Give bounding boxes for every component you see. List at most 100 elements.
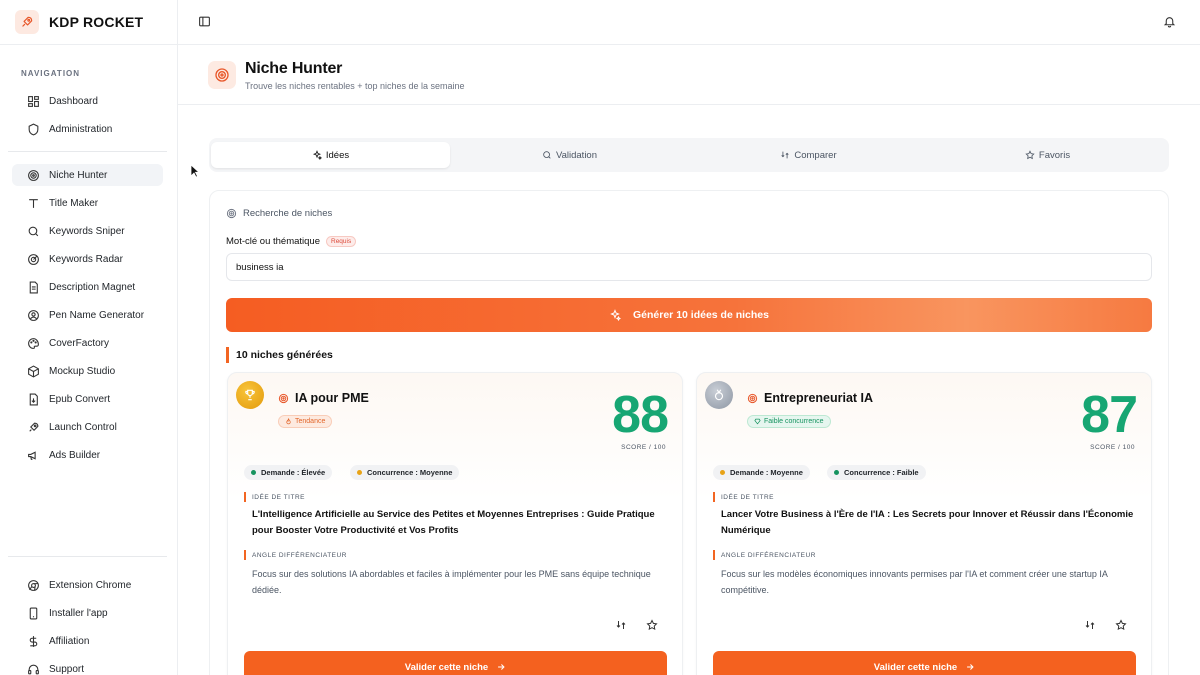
- low-competition-badge: Faible concurrence: [747, 415, 831, 428]
- demand-chip-text: Demande : Moyenne: [730, 468, 803, 477]
- sidebar-item-label: Description Magnet: [49, 281, 136, 293]
- competition-chip-text: Concurrence : Faible: [844, 468, 919, 477]
- sidebar-item-pen-name-generator[interactable]: Pen Name Generator: [12, 304, 163, 326]
- rocket-icon: [26, 420, 40, 434]
- sidebar-item-coverfactory[interactable]: CoverFactory: [12, 332, 163, 354]
- sidebar-item-label: Installer l'app: [49, 607, 108, 619]
- rocket-icon: [15, 10, 39, 34]
- sidebar-item-label: CoverFactory: [49, 337, 110, 349]
- status-dot: [251, 470, 256, 475]
- sidebar-item-support[interactable]: Support: [12, 658, 163, 675]
- tab-idees[interactable]: Idées: [211, 142, 450, 168]
- angle-label: ANGLE DIFFÉRENCIATEUR: [244, 550, 347, 560]
- sidebar-item-installer-app[interactable]: Installer l'app: [12, 602, 163, 624]
- tab-comparer[interactable]: Comparer: [689, 142, 928, 168]
- star-icon[interactable]: [1114, 618, 1128, 632]
- sidebar-toggle-icon[interactable]: [198, 15, 211, 33]
- sidebar-item-epub-convert[interactable]: Epub Convert: [12, 388, 163, 410]
- file-convert-icon: [26, 392, 40, 406]
- sidebar-item-label: Extension Chrome: [49, 579, 132, 591]
- mouse-cursor-icon: [190, 164, 201, 183]
- text-icon: [26, 196, 40, 210]
- niche-title: Entrepreneuriat IA: [747, 391, 873, 405]
- nav-divider: [8, 151, 167, 152]
- compare-icon[interactable]: [614, 618, 628, 632]
- chrome-icon: [26, 578, 40, 592]
- generate-button-label: Générer 10 idées de niches: [633, 309, 769, 321]
- demand-chip: Demande : Élevée: [244, 465, 333, 480]
- phone-icon: [26, 606, 40, 620]
- star-icon[interactable]: [645, 618, 659, 632]
- page-header: Niche Hunter Trouve les niches rentables…: [178, 45, 1200, 105]
- niche-title-text: IA pour PME: [295, 391, 369, 405]
- star-icon: [1025, 150, 1035, 160]
- sidebar-item-administration[interactable]: Administration: [12, 118, 163, 140]
- search-icon: [26, 224, 40, 238]
- top-bar: [178, 0, 1200, 45]
- palette-icon: [26, 336, 40, 350]
- trophy-icon: [236, 381, 264, 409]
- title-idea-text: Lancer Votre Business à l'Ère de l'IA : …: [721, 509, 1134, 536]
- sidebar: KDP ROCKET NAVIGATION Dashboard Administ…: [0, 0, 178, 675]
- sidebar-item-keywords-radar[interactable]: Keywords Radar: [12, 248, 163, 270]
- sidebar-item-launch-control[interactable]: Launch Control: [12, 416, 163, 438]
- sidebar-item-mockup-studio[interactable]: Mockup Studio: [12, 360, 163, 382]
- page-title: Niche Hunter: [245, 60, 343, 77]
- sidebar-item-affiliation[interactable]: Affiliation: [12, 630, 163, 652]
- radar-icon: [26, 252, 40, 266]
- tab-favoris[interactable]: Favoris: [928, 142, 1167, 168]
- arrow-right-icon: [965, 662, 975, 672]
- sidebar-item-ads-builder[interactable]: Ads Builder: [12, 444, 163, 466]
- low-competition-badge-text: Faible concurrence: [764, 418, 824, 425]
- score-value: 87: [1081, 386, 1138, 444]
- dashboard-icon: [26, 94, 40, 108]
- compare-icon[interactable]: [1083, 618, 1097, 632]
- compare-icon: [780, 150, 790, 160]
- user-circle-icon: [26, 308, 40, 322]
- keyword-field-label: Mot-clé ou thématique Requis: [226, 236, 357, 247]
- score-label: SCORE / 100: [621, 444, 666, 451]
- sidebar-item-label: Dashboard: [49, 95, 98, 107]
- sidebar-item-keywords-sniper[interactable]: Keywords Sniper: [12, 220, 163, 242]
- sidebar-item-label: Mockup Studio: [49, 365, 116, 377]
- sidebar-item-label: Support: [49, 663, 85, 675]
- validate-niche-button[interactable]: Valider cette niche: [713, 651, 1136, 675]
- sidebar-item-niche-hunter[interactable]: Niche Hunter: [12, 164, 163, 186]
- shield-icon: [26, 122, 40, 136]
- brand[interactable]: KDP ROCKET: [0, 0, 177, 45]
- sidebar-item-title-maker[interactable]: Title Maker: [12, 192, 163, 214]
- keyword-input[interactable]: business ia: [226, 253, 1152, 281]
- generate-button[interactable]: Générer 10 idées de niches: [226, 298, 1152, 332]
- search-icon: [542, 150, 552, 160]
- sidebar-item-label: Affiliation: [49, 635, 90, 647]
- document-icon: [26, 280, 40, 294]
- sidebar-item-dashboard[interactable]: Dashboard: [12, 90, 163, 112]
- niche-card: IA pour PME Tendance 88 SCORE / 100 Dema…: [227, 372, 683, 675]
- sparkles-icon: [609, 309, 621, 321]
- sidebar-item-extension-chrome[interactable]: Extension Chrome: [12, 574, 163, 596]
- search-section-text: Recherche de niches: [243, 208, 333, 219]
- nav-heading: NAVIGATION: [21, 69, 81, 78]
- status-dot: [834, 470, 839, 475]
- status-dot: [720, 470, 725, 475]
- sidebar-item-label: Keywords Sniper: [49, 225, 125, 237]
- sidebar-item-label: Niche Hunter: [49, 169, 108, 181]
- tab-label: Idées: [325, 149, 350, 161]
- page-subtitle: Trouve les niches rentables + top niches…: [245, 81, 465, 91]
- target-icon: [26, 168, 40, 182]
- keyword-label-text: Mot-clé ou thématique: [226, 236, 320, 247]
- validate-niche-button[interactable]: Valider cette niche: [244, 651, 667, 675]
- trend-badge-text: Tendance: [295, 418, 326, 425]
- box-icon: [26, 364, 40, 378]
- sidebar-item-label: Epub Convert: [49, 393, 111, 405]
- sidebar-item-label: Pen Name Generator: [49, 309, 145, 321]
- sidebar-item-description-magnet[interactable]: Description Magnet: [12, 276, 163, 298]
- target-icon: [747, 393, 758, 404]
- headset-icon: [26, 662, 40, 675]
- target-icon: [226, 208, 237, 219]
- tab-label: Comparer: [794, 149, 837, 161]
- angle-label: ANGLE DIFFÉRENCIATEUR: [713, 550, 816, 560]
- diamond-icon: [754, 418, 761, 425]
- tab-validation[interactable]: Validation: [450, 142, 689, 168]
- bell-icon[interactable]: [1163, 15, 1176, 33]
